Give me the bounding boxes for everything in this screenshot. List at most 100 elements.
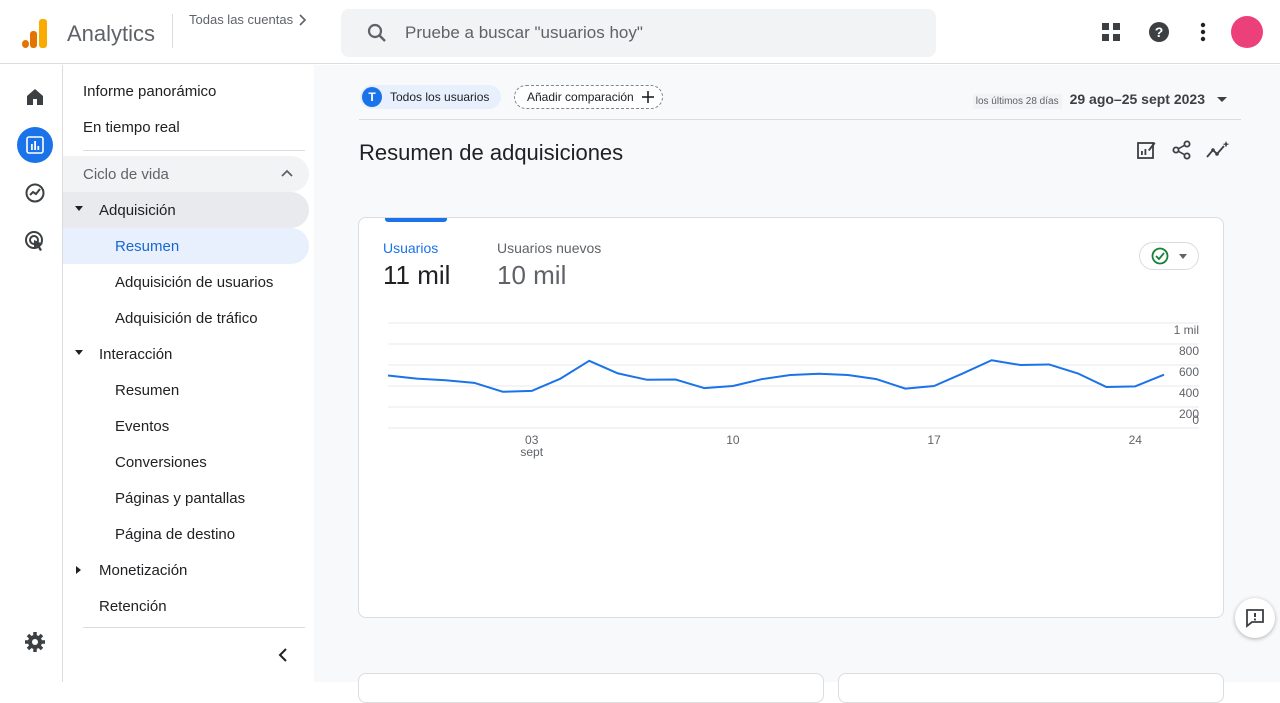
- nav-acquisition-overview[interactable]: Resumen: [63, 228, 309, 264]
- left-rail: [7, 65, 63, 682]
- nav-engagement-overview[interactable]: Resumen: [63, 372, 309, 408]
- header-divider: [172, 14, 173, 48]
- accounts-label: Todas las cuentas: [189, 12, 294, 27]
- date-range-picker[interactable]: los últimos 28 días 29 ago–25 sept 2023: [972, 91, 1227, 109]
- caret-right-icon: [76, 566, 81, 574]
- feedback-button[interactable]: [1235, 598, 1275, 638]
- nav-pages-screens[interactable]: Páginas y pantallas: [63, 480, 309, 516]
- svg-text:?: ?: [1155, 24, 1164, 40]
- nav-landing-page[interactable]: Página de destino: [63, 516, 309, 552]
- metric-tab-new-users[interactable]: Usuarios nuevos 10 mil: [497, 240, 601, 291]
- segment-badge: T: [362, 87, 382, 107]
- accounts-breadcrumb[interactable]: Todas las cuentas: [189, 12, 307, 27]
- home-icon[interactable]: [17, 79, 53, 115]
- nav-label: Monetización: [99, 561, 188, 579]
- users-line-chart: 02004006008001 mil03sept10 17 24: [387, 322, 1199, 459]
- metric-value: 11 mil: [383, 260, 451, 290]
- x-tick-label: 17: [927, 433, 941, 447]
- nav-user-acquisition[interactable]: Adquisición de usuarios: [63, 264, 309, 300]
- nav-label: Página de destino: [115, 525, 236, 543]
- nav-label: En tiempo real: [83, 118, 180, 136]
- acquisition-overview-card: Usuarios 11 mil Usuarios nuevos 10 mil 0…: [358, 217, 1224, 618]
- nav-label: Retención: [99, 597, 167, 615]
- caret-down-icon: [1179, 253, 1187, 259]
- feedback-icon: [1246, 609, 1264, 628]
- y-tick-label: 800: [1179, 344, 1199, 358]
- reports-sidebar: Informe panorámico En tiempo real Ciclo …: [63, 65, 313, 682]
- nav-events[interactable]: Eventos: [63, 408, 309, 444]
- nav-traffic-acquisition[interactable]: Adquisición de tráfico: [63, 300, 309, 336]
- caret-down-icon: [1217, 97, 1227, 102]
- date-range-prefix: los últimos 28 días: [972, 94, 1062, 109]
- metric-tab-users[interactable]: Usuarios 11 mil: [383, 240, 450, 291]
- date-range-value: 29 ago–25 sept 2023: [1069, 91, 1205, 107]
- apps-grid-icon[interactable]: [1099, 20, 1123, 44]
- x-tick-label: 24: [1129, 433, 1143, 447]
- segment-label: Todos los usuarios: [390, 90, 490, 104]
- explore-icon[interactable]: [17, 175, 53, 211]
- page-title: Resumen de adquisiciones: [359, 140, 624, 165]
- search-input[interactable]: [405, 23, 885, 43]
- metric-value: 10 mil: [497, 260, 567, 290]
- segment-chip-all-users[interactable]: T Todos los usuarios: [360, 85, 502, 109]
- help-icon[interactable]: ?: [1147, 20, 1171, 44]
- y-tick-label: 1 mil: [1174, 323, 1199, 337]
- nav-label: Interacción: [99, 345, 173, 363]
- nav-label: Conversiones: [115, 453, 207, 471]
- nav-label: Ciclo de vida: [83, 165, 169, 183]
- share-icon[interactable]: [1170, 138, 1194, 162]
- metric-label: Usuarios nuevos: [497, 240, 602, 256]
- customize-report-icon[interactable]: [1134, 138, 1158, 162]
- chevron-up-icon: [281, 169, 293, 177]
- more-vert-icon[interactable]: [1191, 20, 1215, 44]
- nav-engagement[interactable]: Interacción: [63, 336, 309, 372]
- nav-label: Adquisición: [99, 201, 176, 219]
- bottom-card-right: [838, 673, 1224, 703]
- x-tick-label: 10: [726, 433, 740, 447]
- bottom-card-left: [358, 673, 824, 703]
- nav-divider: [83, 150, 305, 151]
- check-circle-icon: [1151, 247, 1169, 265]
- nav-label: Informe panorámico: [83, 82, 217, 100]
- nav-label: Adquisición de usuarios: [115, 273, 274, 291]
- nav-reports-snapshot[interactable]: Informe panorámico: [63, 73, 309, 109]
- search-icon: [367, 23, 386, 42]
- settings-gear-icon[interactable]: [17, 624, 53, 660]
- top-bar: Analytics Todas las cuentas ?: [0, 0, 1280, 64]
- collapse-sidebar-chevron-left-icon[interactable]: [271, 643, 295, 667]
- nav-realtime[interactable]: En tiempo real: [63, 109, 309, 145]
- advertising-icon[interactable]: [17, 223, 53, 259]
- reports-icon[interactable]: [17, 127, 53, 163]
- add-comparison-label: Añadir comparación: [527, 90, 634, 104]
- nav-retention[interactable]: Retención: [63, 588, 309, 624]
- metric-label: Usuarios: [383, 240, 439, 256]
- add-comparison-button[interactable]: Añadir comparación: [514, 85, 663, 109]
- caret-down-icon: [75, 350, 83, 355]
- nav-conversions[interactable]: Conversiones: [63, 444, 309, 480]
- nav-label: Páginas y pantallas: [115, 489, 246, 507]
- data-quality-status-button[interactable]: [1139, 242, 1199, 270]
- plus-icon: [641, 91, 654, 103]
- header-divider: [359, 119, 1241, 120]
- nav-divider: [83, 627, 305, 628]
- analytics-logo[interactable]: [20, 18, 48, 48]
- nav-label: Resumen: [115, 381, 180, 399]
- avatar[interactable]: [1231, 16, 1263, 48]
- nav-monetization[interactable]: Monetización: [63, 552, 309, 588]
- nav-label: Resumen: [115, 237, 180, 255]
- caret-down-icon: [75, 206, 83, 211]
- active-metric-indicator: [385, 218, 447, 222]
- nav-label: Eventos: [115, 417, 170, 435]
- chevron-right-icon: [299, 13, 307, 26]
- y-tick-label: 200: [1179, 407, 1199, 421]
- nav-acquisition[interactable]: Adquisición: [63, 192, 309, 228]
- nav-lifecycle-group[interactable]: Ciclo de vida: [63, 156, 309, 192]
- insights-icon[interactable]: [1206, 138, 1230, 162]
- app-name: Analytics: [67, 21, 156, 46]
- y-tick-label: 600: [1179, 365, 1199, 379]
- main-content: T Todos los usuarios Añadir comparación …: [314, 65, 1280, 703]
- x-tick-sublabel: sept: [520, 445, 543, 459]
- nav-label: Adquisición de tráfico: [115, 309, 258, 327]
- y-tick-label: 400: [1179, 386, 1199, 400]
- search-bar[interactable]: [341, 9, 936, 57]
